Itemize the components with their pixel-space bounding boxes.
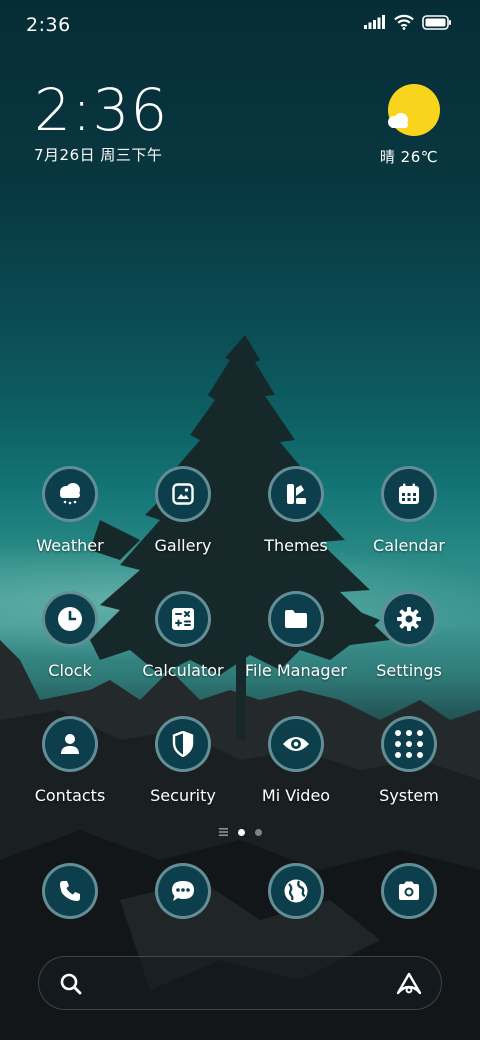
app-calculator[interactable]: Calculator (127, 591, 239, 680)
app-calendar[interactable]: Calendar (353, 466, 465, 555)
app-contacts[interactable]: Contacts (14, 716, 126, 805)
folder-grid-icon (381, 716, 437, 772)
app-mi-video[interactable]: Mi Video (240, 716, 352, 805)
weather-widget[interactable]: 晴 26℃ (380, 84, 444, 167)
page-indicator[interactable] (0, 828, 480, 836)
wifi-icon (394, 14, 414, 30)
app-file-manager[interactable]: File Manager (240, 591, 352, 680)
app-themes[interactable]: Themes (240, 466, 352, 555)
app-system-folder[interactable]: System (353, 716, 465, 805)
camera-icon (381, 863, 437, 919)
app-label: Gallery (154, 536, 212, 555)
status-bar: 2:36 (0, 0, 480, 50)
assistant-icon[interactable] (395, 971, 423, 997)
list-icon (218, 828, 228, 836)
app-label: System (379, 786, 439, 805)
gallery-icon (155, 466, 211, 522)
app-label: Weather (36, 536, 104, 555)
page-dot (254, 828, 262, 836)
app-settings[interactable]: Settings (353, 591, 465, 680)
folder-icon (268, 591, 324, 647)
app-label: Clock (48, 661, 92, 680)
dock-messages[interactable] (127, 863, 239, 919)
battery-icon (422, 14, 451, 30)
status-icons (364, 14, 452, 30)
search-bar[interactable] (38, 956, 442, 1010)
weather-condition-temp: 晴 26℃ (379, 148, 439, 166)
calculator-icon (155, 591, 211, 647)
browser-globe-icon (268, 863, 324, 919)
dock-camera[interactable] (353, 863, 465, 919)
page-dot-active (237, 828, 245, 836)
clock-widget[interactable]: 2:36 7月26日 周三下午 (34, 78, 168, 165)
app-label: Settings (376, 661, 442, 680)
app-label: Security (150, 786, 216, 805)
app-label: Calculator (142, 661, 224, 680)
dock-phone[interactable] (14, 863, 126, 919)
clock-icon (42, 591, 98, 647)
app-clock[interactable]: Clock (14, 591, 126, 680)
weather-cloud-icon (42, 466, 98, 522)
status-time: 2:36 (26, 14, 71, 36)
app-label: Contacts (34, 786, 106, 805)
person-icon (42, 716, 98, 772)
app-label: Mi Video (261, 786, 331, 805)
signal-icon (364, 15, 385, 29)
app-weather[interactable]: Weather (14, 466, 126, 555)
app-label: Themes (264, 536, 328, 555)
themes-icon (268, 466, 324, 522)
app-label: File Manager (245, 661, 347, 680)
phone-icon (42, 863, 98, 919)
sunny-cloud-icon (388, 84, 440, 136)
messages-icon (155, 863, 211, 919)
eye-icon (268, 716, 324, 772)
calendar-icon (381, 466, 437, 522)
dock-browser[interactable] (240, 863, 352, 919)
widget-time: 2:36 (34, 76, 169, 144)
app-label: Calendar (373, 536, 445, 555)
app-security[interactable]: Security (127, 716, 239, 805)
search-icon[interactable] (59, 972, 83, 996)
app-gallery[interactable]: Gallery (127, 466, 239, 555)
home-screen: 2:36 2:36 7月26日 周三下午 晴 26℃ Weather Galle… (0, 0, 480, 1040)
widget-date: 7月26日 周三下午 (34, 146, 163, 164)
shield-icon (155, 716, 211, 772)
gear-icon (381, 591, 437, 647)
